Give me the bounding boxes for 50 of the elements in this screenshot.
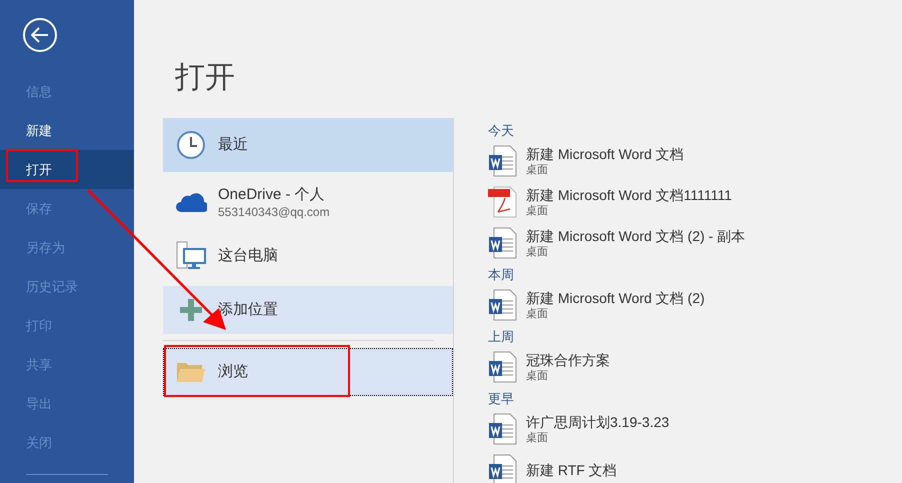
sidebar-item[interactable]: 新建 bbox=[0, 111, 134, 150]
location-item[interactable]: 最近 bbox=[163, 118, 453, 172]
word-document-icon bbox=[488, 144, 518, 176]
recent-file-item[interactable]: 许广思周计划3.19-3.23 桌面 bbox=[488, 408, 746, 449]
recent-file-item[interactable]: 新建 Microsoft Word 文档1111111 桌面 bbox=[488, 181, 746, 222]
location-label: 浏览 bbox=[218, 362, 248, 382]
group-heading: 本周 bbox=[488, 266, 515, 284]
file-name: 新建 Microsoft Word 文档1111111 bbox=[526, 186, 732, 204]
recent-file-item[interactable]: 新建 RTF 文档 bbox=[488, 449, 746, 483]
group-heading: 更早 bbox=[488, 390, 515, 408]
location-item[interactable]: 这台电脑 bbox=[163, 232, 453, 280]
recent-file-item[interactable]: 新建 Microsoft Word 文档 (2) - 副本 桌面 bbox=[488, 222, 746, 263]
word-document-icon bbox=[488, 454, 518, 483]
group-heading: 上周 bbox=[488, 328, 515, 346]
account-email: 553140343@qq.com bbox=[218, 205, 330, 219]
file-location: 桌面 bbox=[526, 244, 549, 258]
clock-icon bbox=[176, 130, 206, 160]
file-location: 桌面 bbox=[526, 368, 549, 382]
recent-file-item[interactable]: 新建 Microsoft Word 文档 桌面 bbox=[488, 140, 746, 181]
location-label: 最近 bbox=[218, 135, 248, 155]
annotation-frame bbox=[6, 149, 78, 182]
file-location: 桌面 bbox=[526, 162, 549, 176]
file-name: 新建 RTF 文档 bbox=[526, 460, 617, 478]
file-location: 桌面 bbox=[526, 430, 549, 444]
folder-icon bbox=[176, 360, 206, 384]
recent-file-item[interactable]: 新建 Microsoft Word 文档 (2) 桌面 bbox=[488, 284, 746, 325]
file-name: 新建 Microsoft Word 文档 (2) - 副本 bbox=[526, 226, 746, 244]
word-document-icon bbox=[488, 226, 518, 258]
back-icon[interactable] bbox=[23, 18, 57, 52]
group-heading: 今天 bbox=[488, 122, 515, 140]
page-title: 打开 bbox=[175, 60, 235, 96]
file-name: 新建 Microsoft Word 文档 bbox=[526, 144, 684, 162]
file-name: 新建 Microsoft Word 文档 (2) bbox=[526, 288, 705, 306]
file-name: 许广思周计划3.19-3.23 bbox=[526, 412, 670, 430]
recent-file-item[interactable]: 冠珠合作方案 桌面 bbox=[488, 346, 746, 387]
pdf-document-icon bbox=[488, 186, 518, 218]
location-label: OneDrive - 个人 bbox=[218, 185, 326, 205]
location-label: 这台电脑 bbox=[218, 246, 278, 266]
word-document-icon bbox=[488, 288, 518, 320]
location-item[interactable]: OneDrive - 个人 553140343@qq.com bbox=[163, 178, 453, 226]
word-document-icon bbox=[488, 412, 518, 444]
cloud-icon bbox=[175, 191, 207, 213]
file-location: 桌面 bbox=[526, 204, 549, 218]
word-document-icon bbox=[488, 350, 518, 382]
location-item[interactable]: 浏览 bbox=[163, 348, 453, 396]
file-location: 桌面 bbox=[526, 306, 549, 320]
plus-icon bbox=[180, 299, 202, 321]
computer-icon bbox=[176, 241, 206, 271]
file-name: 冠珠合作方案 bbox=[526, 350, 610, 368]
sidebar-item[interactable]: 打开 bbox=[0, 150, 134, 189]
